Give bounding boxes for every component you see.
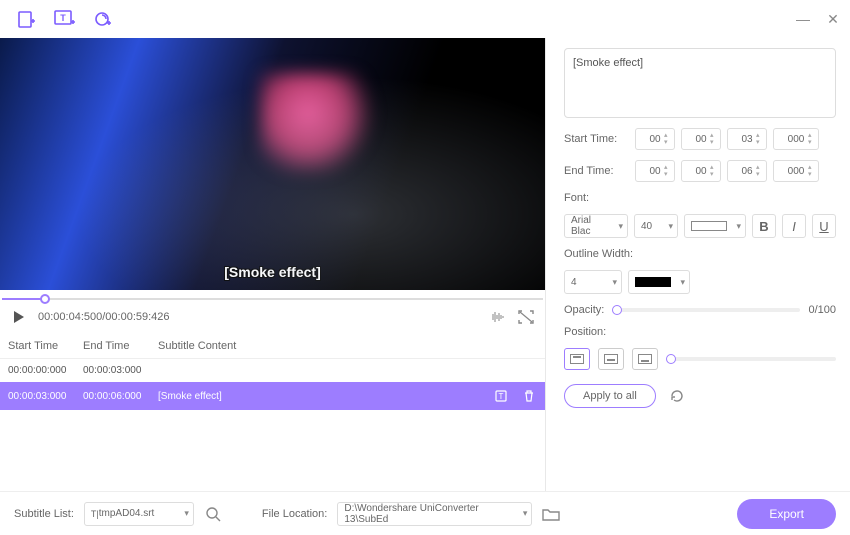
- position-middle-button[interactable]: [598, 348, 624, 370]
- spinner-down-icon[interactable]: ▾: [808, 139, 816, 146]
- outline-label: Outline Width:: [564, 248, 836, 260]
- waveform-icon[interactable]: [489, 308, 507, 326]
- slider-thumb[interactable]: [666, 354, 676, 364]
- position-label: Position:: [564, 326, 836, 338]
- spinner-down-icon[interactable]: ▾: [756, 171, 764, 178]
- row-content: [Smoke effect]: [158, 391, 493, 402]
- fullscreen-icon[interactable]: [517, 308, 535, 326]
- spinner-down-icon[interactable]: ▾: [664, 139, 672, 146]
- spinner-up-icon[interactable]: ▴: [808, 132, 816, 139]
- opacity-value: 0/100: [808, 304, 836, 316]
- export-button[interactable]: Export: [737, 499, 836, 529]
- total-time: 00:00:59:426: [105, 311, 169, 323]
- add-file-icon[interactable]: [16, 8, 38, 30]
- subtitle-file-select[interactable]: T| tmpAD04.srt: [84, 502, 194, 526]
- spinner-up-icon[interactable]: ▴: [808, 164, 816, 171]
- start-seconds-input[interactable]: 03▴▾: [727, 128, 767, 150]
- apply-to-all-button[interactable]: Apply to all: [564, 384, 656, 408]
- delete-row-icon[interactable]: [521, 388, 537, 404]
- bold-button[interactable]: B: [752, 214, 776, 238]
- outline-width-select[interactable]: 4: [564, 270, 622, 294]
- position-bottom-button[interactable]: [632, 348, 658, 370]
- row-start: 00:00:03:000: [8, 391, 83, 402]
- spinner-down-icon[interactable]: ▾: [710, 171, 718, 178]
- font-section-label: Font:: [564, 192, 836, 204]
- col-end-header: End Time: [83, 340, 158, 352]
- svg-text:T: T: [499, 392, 504, 401]
- svg-text:T: T: [60, 13, 66, 23]
- end-ms-input[interactable]: 000▴▾: [773, 160, 819, 182]
- row-start: 00:00:00:000: [8, 365, 83, 376]
- spinner-up-icon[interactable]: ▴: [756, 132, 764, 139]
- spinner-down-icon[interactable]: ▾: [756, 139, 764, 146]
- underline-button[interactable]: U: [812, 214, 836, 238]
- file-location-label: File Location:: [262, 508, 327, 520]
- spinner-down-icon[interactable]: ▾: [664, 171, 672, 178]
- spinner-up-icon[interactable]: ▴: [756, 164, 764, 171]
- spinner-down-icon[interactable]: ▾: [710, 139, 718, 146]
- position-slider[interactable]: [666, 357, 836, 361]
- opacity-slider[interactable]: [612, 308, 800, 312]
- spinner-up-icon[interactable]: ▴: [664, 132, 672, 139]
- col-content-header: Subtitle Content: [158, 340, 537, 352]
- subtitle-table-header: Start Time End Time Subtitle Content: [0, 334, 545, 359]
- italic-button[interactable]: I: [782, 214, 806, 238]
- minimize-button[interactable]: —: [794, 10, 812, 28]
- play-button[interactable]: [10, 308, 28, 326]
- subtitle-text-input[interactable]: [564, 48, 836, 118]
- font-color-select[interactable]: [684, 214, 746, 238]
- spinner-up-icon[interactable]: ▴: [664, 164, 672, 171]
- open-folder-icon[interactable]: [542, 505, 560, 523]
- slider-thumb[interactable]: [612, 305, 622, 315]
- record-subtitle-icon[interactable]: [92, 8, 114, 30]
- row-end: 00:00:03:000: [83, 365, 158, 376]
- spinner-up-icon[interactable]: ▴: [710, 132, 718, 139]
- end-time-label: End Time:: [564, 165, 629, 177]
- subtitle-row[interactable]: 00:00:00:000 00:00:03:000: [0, 359, 545, 382]
- col-start-header: Start Time: [8, 340, 83, 352]
- opacity-label: Opacity:: [564, 304, 604, 316]
- spinner-up-icon[interactable]: ▴: [710, 164, 718, 171]
- titlebar: T — ✕: [0, 0, 850, 38]
- video-preview[interactable]: [Smoke effect]: [0, 38, 545, 290]
- time-display: 00:00:04:500/00:00:59:426: [38, 311, 170, 323]
- start-ms-input[interactable]: 000▴▾: [773, 128, 819, 150]
- outline-color-select[interactable]: [628, 270, 690, 294]
- edit-row-icon[interactable]: T: [493, 388, 509, 404]
- timeline-thumb[interactable]: [40, 294, 50, 304]
- start-hours-input[interactable]: 00▴▾: [635, 128, 675, 150]
- current-time: 00:00:04:500: [38, 311, 102, 323]
- end-seconds-input[interactable]: 06▴▾: [727, 160, 767, 182]
- close-button[interactable]: ✕: [824, 10, 842, 28]
- subtitle-overlay: [Smoke effect]: [0, 264, 545, 280]
- end-hours-input[interactable]: 00▴▾: [635, 160, 675, 182]
- subtitle-list-label: Subtitle List:: [14, 508, 74, 520]
- reset-icon[interactable]: [668, 387, 686, 405]
- subtitle-row[interactable]: 00:00:03:000 00:00:06:000 [Smoke effect]…: [0, 382, 545, 410]
- file-location-select[interactable]: D:\Wondershare UniConverter 13\SubEd: [337, 502, 532, 526]
- add-text-icon[interactable]: T: [54, 8, 76, 30]
- end-minutes-input[interactable]: 00▴▾: [681, 160, 721, 182]
- position-top-button[interactable]: [564, 348, 590, 370]
- timeline-track[interactable]: [2, 294, 543, 304]
- search-icon[interactable]: [204, 505, 222, 523]
- spinner-down-icon[interactable]: ▾: [808, 171, 816, 178]
- font-family-select[interactable]: Arial Blac: [564, 214, 628, 238]
- footer: Subtitle List: T| tmpAD04.srt File Locat…: [0, 491, 850, 535]
- start-minutes-input[interactable]: 00▴▾: [681, 128, 721, 150]
- font-size-select[interactable]: 40: [634, 214, 678, 238]
- row-end: 00:00:06:000: [83, 391, 158, 402]
- start-time-label: Start Time:: [564, 133, 629, 145]
